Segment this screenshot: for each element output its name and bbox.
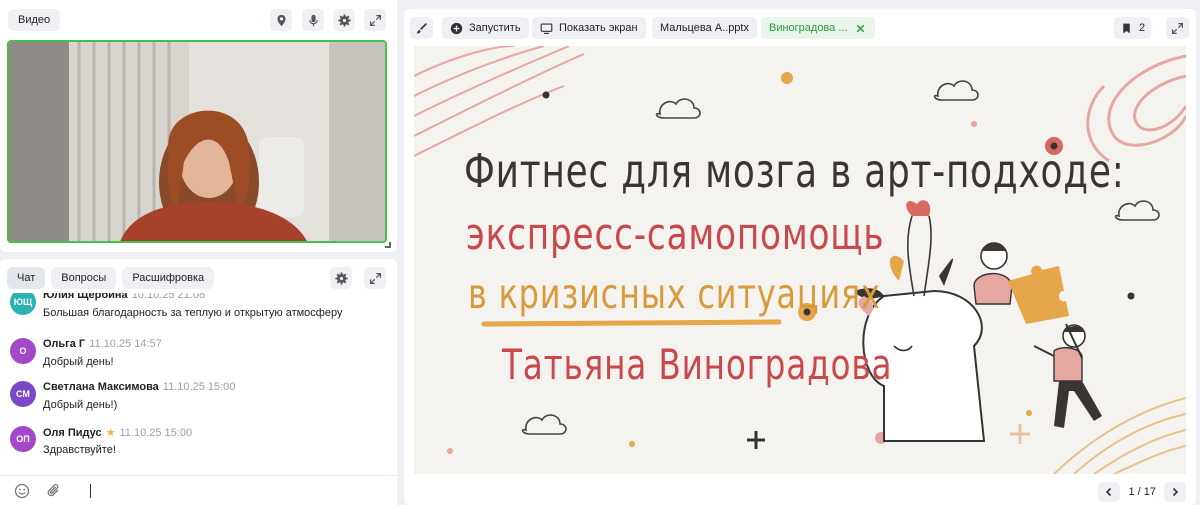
location-icon[interactable] xyxy=(270,9,292,31)
video-tab[interactable]: Видео xyxy=(8,9,61,31)
file-tab-label: Мальцева А..pptx xyxy=(660,22,749,34)
close-icon[interactable] xyxy=(854,22,867,35)
expand-icon xyxy=(1172,22,1183,34)
message-input[interactable] xyxy=(90,484,91,498)
author-name: Светлана Максимова xyxy=(43,381,159,393)
plus-circle-icon xyxy=(450,22,463,34)
star-icon: ★ xyxy=(105,427,116,439)
fullscreen-button[interactable] xyxy=(1166,17,1189,39)
chat-tabs: Чат Вопросы Расшифровка xyxy=(7,267,215,289)
emoji-icon[interactable] xyxy=(14,483,30,499)
speaker-video xyxy=(7,40,387,243)
message-header: Юлия Щербина 10.10.25 21:08 xyxy=(43,293,205,301)
speaker-video-image xyxy=(9,42,385,241)
message-composer xyxy=(0,475,397,505)
chat-panel: Чат Вопросы Расшифровка ЮЩ Юлия Щербина 1… xyxy=(0,259,397,505)
slide-title-line1: Фитнес для мозга в арт-подходе: xyxy=(464,144,1125,198)
message-text: Добрый день! xyxy=(43,356,114,368)
slide-author: Татьяна Виноградова xyxy=(502,340,893,389)
chevron-left-icon xyxy=(1106,487,1112,497)
launch-label: Запустить xyxy=(469,22,521,34)
message-time: 10.10.25 21:08 xyxy=(131,293,206,301)
next-slide-button[interactable] xyxy=(1164,482,1186,502)
file-tab-maltseva[interactable]: Мальцева А..pptx xyxy=(652,17,757,39)
message-text: Здравствуйте! xyxy=(43,444,116,456)
author-name: Юлия Щербина xyxy=(43,293,128,301)
monitor-icon xyxy=(540,22,553,34)
chat-settings-gear-icon[interactable] xyxy=(330,267,352,289)
launch-button[interactable]: Запустить xyxy=(442,17,529,39)
slide-counter: 1 / 17 xyxy=(1128,486,1156,498)
file-tab-vinogradova[interactable]: Виноградова ... xyxy=(761,17,875,39)
presentation-slide: Фитнес для мозга в арт-подходе: экспресс… xyxy=(414,46,1186,474)
bookmarks-button[interactable]: 2 xyxy=(1114,17,1152,39)
slide-decoration xyxy=(414,46,1186,474)
message-time: 11.10.25 15:00 xyxy=(162,381,236,393)
author-name: Оля Пидус xyxy=(43,427,102,439)
microphone-icon[interactable] xyxy=(302,9,324,31)
author-name: Ольга Г xyxy=(43,338,86,350)
file-tab-label: Виноградова ... xyxy=(769,22,848,34)
slide-title-line3: в кризисных ситуациях xyxy=(468,270,881,318)
slide-pager: 1 / 17 xyxy=(1098,482,1186,502)
resize-grip[interactable] xyxy=(385,242,391,248)
message-text: Большая благодарность за теплую и открыт… xyxy=(43,307,343,319)
share-screen-label: Показать экран xyxy=(559,22,638,34)
message-time: 11.10.25 15:00 xyxy=(119,427,193,439)
share-screen-button[interactable]: Показать экран xyxy=(532,17,646,39)
chat-expand-icon[interactable] xyxy=(364,267,386,289)
tab-questions[interactable]: Вопросы xyxy=(51,267,117,289)
left-column: Видео Чат Вопросы Расшифровка ЮЩ Юлия Ще… xyxy=(0,0,397,505)
video-panel: Видео xyxy=(0,0,397,252)
avatar: СМ xyxy=(10,381,36,407)
message-text: Добрый день!) xyxy=(43,399,118,411)
settings-gear-icon[interactable] xyxy=(333,9,355,31)
message-header: Ольга Г 11.10.25 14:57 xyxy=(43,338,162,350)
chevron-right-icon xyxy=(1172,487,1179,497)
presentation-toolbar: Запустить Показать экран Мальцева А..ppt… xyxy=(404,9,1196,45)
presentation-panel: Запустить Показать экран Мальцева А..ppt… xyxy=(404,9,1196,505)
chat-messages: ЮЩ Юлия Щербина 10.10.25 21:08 Большая бл… xyxy=(0,293,392,463)
attachment-icon[interactable] xyxy=(46,483,62,499)
bookmark-count: 2 xyxy=(1139,22,1146,34)
tab-transcript[interactable]: Расшифровка xyxy=(122,267,215,289)
message-header: Светлана Максимова 11.10.25 15:00 xyxy=(43,381,235,393)
avatar: ОП xyxy=(10,426,36,452)
bookmark-icon xyxy=(1123,23,1130,33)
message-header: Оля Пидус ★ 11.10.25 15:00 xyxy=(43,426,192,439)
avatar: ЮЩ xyxy=(10,293,36,315)
brush-icon xyxy=(416,22,427,33)
message-time: 11.10.25 14:57 xyxy=(89,338,162,350)
expand-icon[interactable] xyxy=(364,9,386,31)
avatar: О xyxy=(10,338,36,364)
prev-slide-button[interactable] xyxy=(1098,482,1121,502)
tab-chat[interactable]: Чат xyxy=(7,267,46,289)
slide-title-line2: экспресс-самопомощь xyxy=(466,209,885,260)
brush-button[interactable] xyxy=(410,17,433,39)
